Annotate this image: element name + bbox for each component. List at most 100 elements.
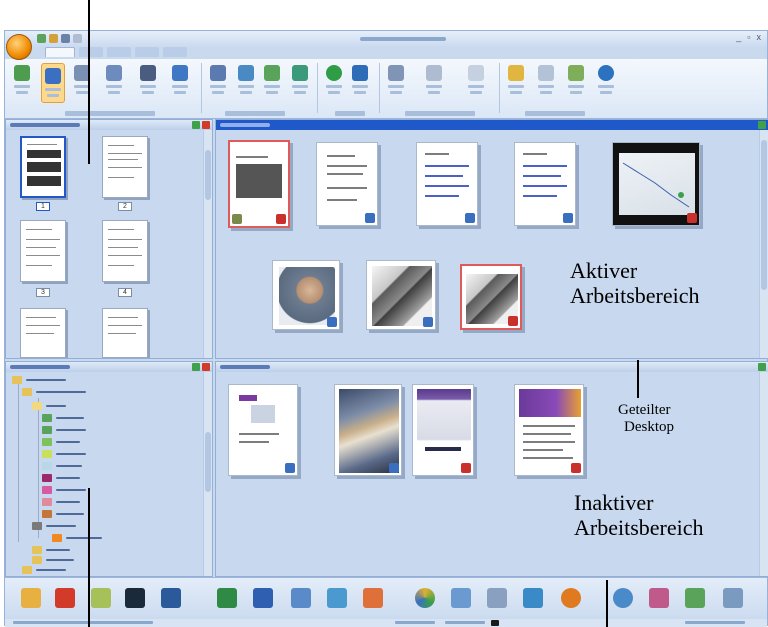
pane-restore-button[interactable] [758,363,766,371]
save-icon[interactable] [37,34,46,43]
desktop-item-photo-building[interactable] [366,260,436,330]
tree-node[interactable] [32,556,74,564]
tab-home[interactable] [45,47,75,57]
undo-icon[interactable] [73,34,82,43]
tab-4[interactable] [135,47,159,57]
tree-node-selected[interactable] [52,534,102,542]
ocr-app-icon[interactable] [561,588,581,608]
thumbnail-page-6[interactable] [102,308,148,358]
scrollbar-thumb[interactable] [205,432,211,492]
word-icon[interactable] [253,588,273,608]
color-wheel-icon[interactable] [415,588,435,608]
pane-restore-button[interactable] [192,121,200,129]
ribbon-button-desktop[interactable] [13,65,31,94]
thumbnail-page-3[interactable] [20,220,66,282]
paint-app-icon[interactable] [21,588,41,608]
tree-node[interactable] [42,450,86,458]
tree-node[interactable] [42,510,84,518]
ribbon-button-view-1[interactable] [209,65,227,94]
minimize-button[interactable]: _ [736,32,741,42]
ribbon-button-view-3[interactable] [263,65,281,94]
status-zoom-slider[interactable] [491,620,499,626]
people-icon[interactable] [649,588,669,608]
tree-node[interactable] [42,486,86,494]
app-menu-button[interactable] [6,34,32,60]
tree-node[interactable] [42,438,80,446]
tab-5[interactable] [163,47,187,57]
recycle-icon[interactable] [685,588,705,608]
mail-icon[interactable] [487,588,507,608]
camera-app-icon[interactable] [125,588,145,608]
excel-icon[interactable] [217,588,237,608]
ftp-icon[interactable] [451,588,471,608]
ribbon-button-view-4[interactable] [291,65,309,94]
desktop-item-chart-image[interactable] [612,142,700,226]
print-icon[interactable] [61,34,70,43]
ribbon-group-label [65,111,155,116]
desktop-item-document-4[interactable] [514,142,576,226]
desktop-item-document-2[interactable] [316,142,378,226]
desktop-item-paperport-brochure[interactable] [412,384,474,476]
tree-node[interactable] [42,462,82,470]
ribbon-button-thumbnails[interactable] [41,63,65,103]
scrollbar-thumb[interactable] [761,140,767,290]
desktop-item-brochure[interactable] [228,384,298,476]
pdf-icon[interactable] [55,588,75,608]
tree-node[interactable] [12,376,66,384]
pencil-tool-icon[interactable] [91,588,111,608]
thumbnail-scrollbar[interactable] [203,130,212,358]
active-workspace-scrollbar[interactable] [759,130,768,358]
pane-close-button[interactable] [202,363,210,371]
thumbnail-page-2[interactable] [102,136,148,198]
ribbon-button-page[interactable] [105,65,123,94]
ribbon-button-convert[interactable] [467,65,485,94]
desktop-item-photo-workers[interactable] [334,384,402,476]
tab-3[interactable] [107,47,131,57]
tree-node[interactable] [42,414,84,422]
ribbon-button-fit[interactable] [351,65,369,94]
tree-node[interactable] [32,522,76,530]
scrollbar-thumb[interactable] [205,150,211,200]
tree-node[interactable] [42,498,80,506]
ribbon-button-ocr[interactable] [425,65,443,94]
inactive-workspace-scrollbar[interactable] [759,372,768,576]
tree-node[interactable] [42,426,86,434]
powerpoint-icon[interactable] [363,588,383,608]
pane-restore-button[interactable] [192,363,200,371]
scan-icon[interactable] [49,34,58,43]
tree-node[interactable] [42,474,80,482]
desktop-item-photo-man[interactable] [272,260,340,330]
desktop-item-photo-building-selected[interactable] [460,264,522,330]
pane-close-button[interactable] [202,121,210,129]
tree-node[interactable] [22,388,86,396]
tree-node[interactable] [32,546,70,554]
magnifier-app-icon[interactable] [523,588,543,608]
ribbon-button-merge[interactable] [567,65,585,94]
ribbon-button-scan[interactable] [387,65,405,94]
folder-tree-scrollbar[interactable] [203,372,212,576]
scanner-icon[interactable] [723,588,743,608]
thumbnail-page-5[interactable] [20,308,66,358]
close-button[interactable]: x [757,32,762,42]
tab-2[interactable] [79,47,103,57]
thumbnail-page-1[interactable] [20,136,66,198]
maximize-button[interactable]: ▫ [747,32,750,42]
document-icon[interactable] [327,588,347,608]
ribbon-button-form[interactable] [537,65,555,94]
ribbon-button-help[interactable] [597,65,615,94]
ribbon-button-view-2[interactable] [237,65,255,94]
notepad-icon[interactable] [291,588,311,608]
ribbon-button-folder[interactable] [507,65,525,94]
tree-node[interactable] [22,566,66,574]
thumbnail-page-4[interactable] [102,220,148,282]
desktop-item-document-1[interactable] [228,140,290,228]
ribbon-button-refresh[interactable] [325,65,343,94]
desktop-item-document-3[interactable] [416,142,478,226]
ribbon-button-properties[interactable] [171,65,189,94]
photoshop-icon[interactable] [161,588,181,608]
tree-node[interactable] [32,402,66,410]
share-icon[interactable] [613,588,633,608]
desktop-item-flyer[interactable] [514,384,584,476]
pane-restore-button[interactable] [758,121,766,129]
ribbon-button-search[interactable] [139,65,157,94]
